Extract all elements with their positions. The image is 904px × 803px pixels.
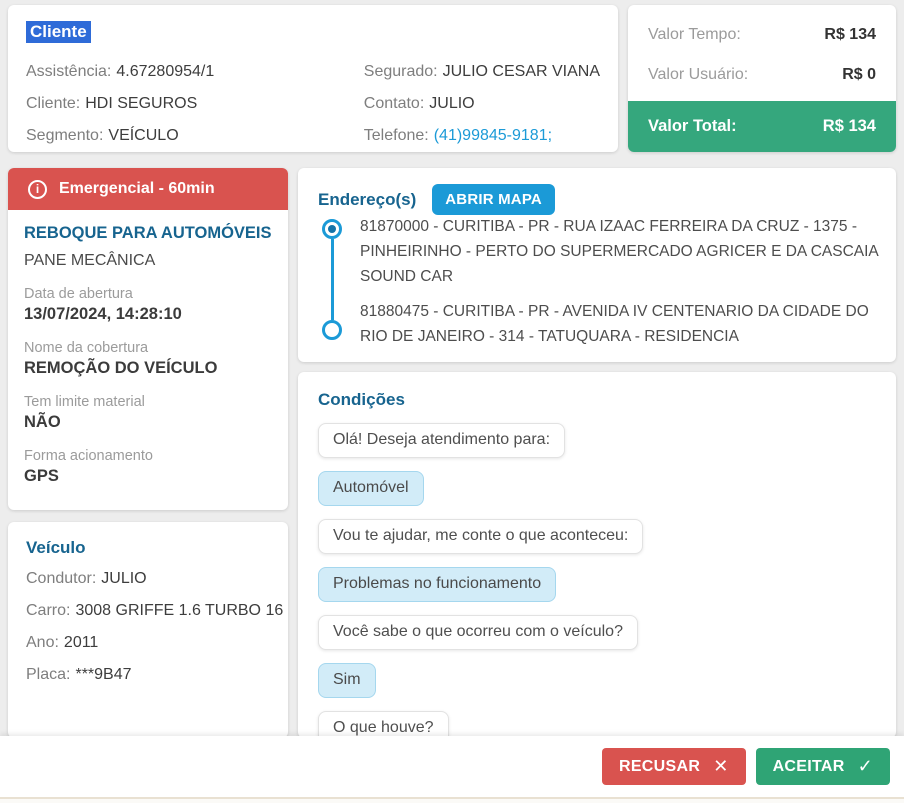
field-assistencia: Assistência: 4.67280954/1 [26,63,215,80]
valor-total-bar: Valor Total: R$ 134 [628,101,896,152]
field-contato: Contato: JULIO [363,95,475,112]
service-title: REBOQUE PARA AUTOMÓVEIS [24,224,272,242]
field-segurado: Segurado: JULIO CESAR VIANA [363,63,600,80]
reject-button-label: RECUSAR [618,757,701,775]
valor-tempo-value: R$ 134 [824,26,876,43]
reject-button[interactable]: RECUSAR ✕ [601,748,746,785]
info-icon: i [28,179,47,199]
client-card: Cliente Assistência: 4.67280954/1 Cliente… [8,5,618,152]
service-card: i Emergencial - 60min REBOQUE PARA AUTOM… [8,168,288,510]
address-header: Endereço(s) ABRIR MAPA [298,168,896,215]
address-card: Endereço(s) ABRIR MAPA 81870000 - CURITI… [298,168,896,362]
client-fields-left: Assistência: 4.67280954/1 Cliente: HDI SEG… [26,51,364,147]
field-ano: Ano: 2011 [26,634,99,651]
origin-address: 81870000 - CURITIBA - PR - RUA IZAAC FER… [360,218,878,285]
action-bar: RECUSAR ✕ ACEITAR ✓ [0,736,904,797]
service-body: REBOQUE PARA AUTOMÓVEIS PANE MECÂNICA Da… [8,210,288,486]
client-card-title: Cliente [26,21,91,43]
field-cliente: Cliente: HDI SEGUROS [26,95,198,112]
valor-tempo-row: Valor Tempo: R$ 134 [648,26,876,43]
valor-total-value: R$ 134 [822,117,876,135]
route-timeline-connector [331,239,334,320]
vehicle-fields: Condutor: JULIO Carro: 3008 GRIFFE 1.6 TUR… [26,568,284,686]
check-icon: ✓ [857,756,873,776]
client-fields: Assistência: 4.67280954/1 Cliente: HDI SEG… [26,51,600,147]
chat-message-user: Sim [318,663,376,698]
vehicle-card-title: Veículo [26,538,86,557]
origin-radio-dot [328,225,336,233]
accept-button[interactable]: ACEITAR ✓ [755,748,890,785]
field-limite-material: Tem limite material NÃO [24,394,145,431]
conditions-card: Condições Olá! Deseja atendimento para: … [298,372,896,746]
destination-radio-icon[interactable] [322,320,342,340]
field-carro: Carro: 3008 GRIFFE 1.6 TURBO 16 [26,602,284,619]
conditions-title: Condições [318,390,405,409]
field-nome-cobertura: Nome da cobertura REMOÇÃO DO VEÍCULO [24,340,218,377]
urgency-label: Emergencial - 60min [59,180,215,197]
address-card-title: Endereço(s) [318,189,417,209]
vehicle-card: Veículo Condutor: JULIO Carro: 3008 GRIFFE… [8,522,288,738]
field-telefone: Telefone: (41)99845-9181; [363,127,553,144]
accept-button-label: ACEITAR [772,757,845,775]
assistance-order-page: Cliente Assistência: 4.67280954/1 Cliente… [0,0,904,803]
client-fields-right: Segurado: JULIO CESAR VIANA Contato: JULIO… [364,51,600,147]
field-segmento: Segmento: VEÍCULO [26,127,179,144]
valor-usuario-value: R$ 0 [842,66,876,83]
open-map-button[interactable]: ABRIR MAPA [432,184,555,215]
service-subtitle: PANE MECÂNICA [24,252,156,269]
valor-usuario-row: Valor Usuário: R$ 0 [648,66,876,83]
chat-message-bot: Olá! Deseja atendimento para: [318,423,566,458]
field-forma-acionamento: Forma acionamento GPS [24,448,153,485]
chat-message-user: Automóvel [318,471,424,506]
phone-link[interactable]: (41)99845-9181; [434,127,552,144]
chat-message-bot: Vou te ajudar, me conte o que aconteceu: [318,519,644,554]
valor-card: Valor Tempo: R$ 134 Valor Usuário: R$ 0 … [628,5,896,152]
urgency-banner: i Emergencial - 60min [8,168,288,210]
page-bottom-edge [0,797,904,803]
field-placa: Placa: ***9B47 [26,666,132,683]
destination-address: 81880475 - CURITIBA - PR - AVENIDA IV CE… [360,303,869,345]
chat-message-bot: Você sabe o que ocorreu com o veículo? [318,615,638,650]
close-icon: ✕ [713,756,729,776]
field-condutor: Condutor: JULIO [26,570,147,587]
field-data-abertura: Data de abertura 13/07/2024, 14:28:10 [24,286,182,323]
chat-message-user: Problemas no funcionamento [318,567,557,602]
origin-radio-icon[interactable] [322,219,342,239]
